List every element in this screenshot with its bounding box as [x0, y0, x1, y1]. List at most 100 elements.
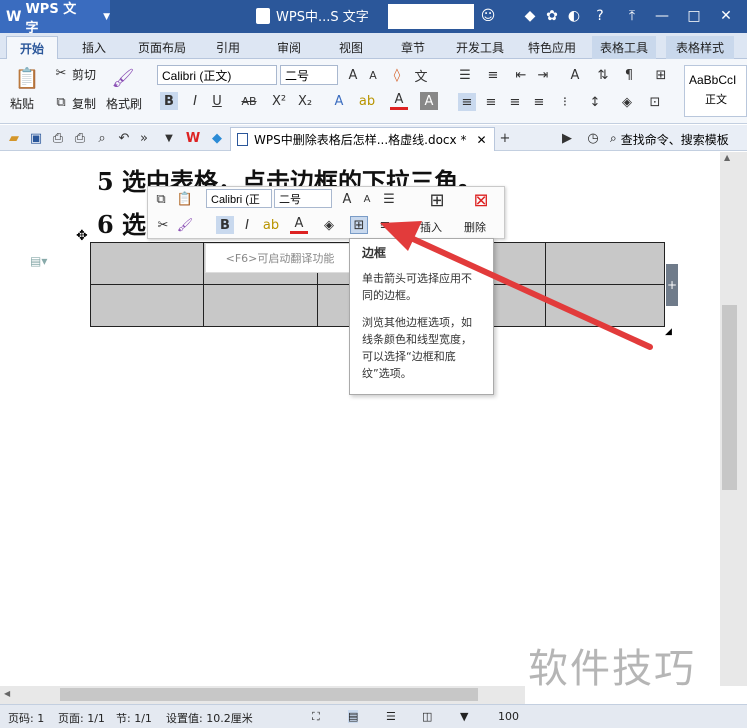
- help-icon[interactable]: ?: [590, 6, 610, 26]
- web-view-icon[interactable]: ◫: [422, 710, 432, 723]
- line-spacing-icon[interactable]: ↕: [586, 93, 604, 111]
- vertical-scroll-thumb[interactable]: [722, 305, 737, 490]
- app-menu-button[interactable]: W WPS 文字 ▼: [0, 0, 110, 36]
- table-grid-icon[interactable]: ⊞: [652, 66, 670, 84]
- shading-icon[interactable]: ◈: [320, 216, 338, 234]
- table-cell[interactable]: [90, 242, 204, 285]
- add-column-icon[interactable]: +: [666, 264, 678, 306]
- align-center-icon[interactable]: ≡: [482, 93, 500, 111]
- grow-font-icon[interactable]: A: [344, 66, 362, 84]
- tab-review[interactable]: 审阅: [266, 36, 312, 59]
- tab-home[interactable]: 开始: [6, 36, 58, 59]
- style-gallery[interactable]: AaBbCcI 正文: [684, 65, 747, 117]
- scroll-up-icon[interactable]: ▲: [724, 153, 730, 162]
- tab-page-layout[interactable]: 页面布局: [130, 36, 194, 59]
- bullets-icon[interactable]: ☰: [456, 66, 474, 84]
- highlight-icon[interactable]: ab: [358, 92, 376, 110]
- copy-icon[interactable]: ⧉: [152, 190, 170, 208]
- brush-icon[interactable]: 🖌: [112, 65, 135, 91]
- paste-button[interactable]: 粘贴: [10, 95, 34, 112]
- align-left-icon[interactable]: ≡: [458, 93, 476, 111]
- shrink-font-icon[interactable]: A: [364, 66, 382, 84]
- numbering-icon[interactable]: ≡: [484, 66, 502, 84]
- undo-icon[interactable]: ↶: [115, 129, 133, 147]
- paste-icon[interactable]: 📋: [15, 65, 40, 91]
- shrink-font-icon[interactable]: A: [358, 190, 376, 208]
- format-painter-button[interactable]: 格式刷: [106, 95, 142, 112]
- table-move-handle-icon[interactable]: ✥: [76, 228, 88, 244]
- bold-icon[interactable]: B: [216, 216, 234, 234]
- borders-icon[interactable]: ⊞: [350, 216, 368, 234]
- skin-icon[interactable]: ☺: [478, 6, 498, 26]
- align-right-icon[interactable]: ≡: [506, 93, 524, 111]
- pinyin-icon[interactable]: 文: [412, 66, 430, 85]
- print-preview-icon[interactable]: ⌕: [93, 129, 111, 147]
- grow-font-icon[interactable]: A: [338, 190, 356, 208]
- shading-icon[interactable]: ◈: [618, 93, 636, 111]
- char-shading-icon[interactable]: A: [420, 92, 438, 110]
- italic-icon[interactable]: I: [186, 92, 204, 110]
- mini-font-size[interactable]: 二号: [274, 189, 332, 208]
- line-spacing-icon[interactable]: ☰: [380, 190, 398, 208]
- scroll-left-icon[interactable]: ◀: [4, 689, 10, 698]
- paste-icon[interactable]: 📋: [176, 190, 194, 208]
- tab-special[interactable]: 特色应用: [520, 36, 584, 59]
- chevron-down-icon[interactable]: ▼: [160, 129, 178, 147]
- zoom-level[interactable]: 100: [498, 710, 519, 723]
- page-view-icon[interactable]: ▤: [348, 710, 359, 723]
- share-icon[interactable]: ◐: [564, 6, 584, 26]
- mini-font-name[interactable]: Calibri (正: [206, 189, 272, 208]
- full-screen-icon[interactable]: ⛶: [312, 710, 320, 724]
- box-icon[interactable]: ◆: [208, 129, 226, 147]
- font-color-icon[interactable]: A: [390, 92, 408, 110]
- restore-ribbon-icon[interactable]: ⤒: [622, 6, 642, 26]
- font-name-select[interactable]: Calibri (正文): [157, 65, 277, 85]
- font-color-icon[interactable]: A: [290, 216, 308, 234]
- table-cell[interactable]: [203, 284, 318, 327]
- show-marks-icon[interactable]: ¶: [620, 66, 638, 84]
- tab-table-style[interactable]: 表格样式: [666, 36, 734, 59]
- more-icon[interactable]: »: [135, 129, 153, 147]
- delete-table-icon[interactable]: ⊠: [470, 189, 492, 211]
- document-tab[interactable]: WPS中删除表格后怎样...格虚线.docx * ✕: [230, 127, 495, 151]
- superscript-icon[interactable]: X²: [270, 92, 288, 110]
- borders-icon[interactable]: ⊡: [646, 93, 664, 111]
- distribute-icon[interactable]: ⁝: [556, 93, 574, 111]
- underline-icon[interactable]: U: [208, 92, 226, 110]
- tab-chapter[interactable]: 章节: [390, 36, 436, 59]
- minimize-icon[interactable]: —: [652, 6, 672, 26]
- scissors-icon[interactable]: ✂: [52, 64, 70, 82]
- cut-button[interactable]: 剪切: [72, 66, 96, 83]
- tab-view[interactable]: 视图: [328, 36, 374, 59]
- outdent-icon[interactable]: ⇤: [512, 66, 530, 84]
- copy-icon[interactable]: ⧉: [52, 93, 70, 111]
- brush-icon[interactable]: 🖌: [176, 216, 194, 234]
- close-icon[interactable]: ✕: [716, 6, 736, 26]
- open-folder-icon[interactable]: ▰: [5, 129, 23, 147]
- sort-icon[interactable]: ⇅: [594, 66, 612, 84]
- maximize-icon[interactable]: □: [684, 6, 704, 26]
- save-icon[interactable]: ▣: [27, 129, 45, 147]
- cloud-icon[interactable]: ◆: [520, 6, 540, 26]
- strikethrough-icon[interactable]: AB: [236, 92, 262, 110]
- reading-mode-icon[interactable]: ▼: [460, 710, 468, 723]
- export-pdf-icon[interactable]: ⎙: [49, 129, 67, 147]
- italic-icon[interactable]: I: [238, 216, 256, 234]
- table-cell[interactable]: [90, 284, 204, 327]
- new-tab-icon[interactable]: +: [496, 129, 514, 147]
- close-tab-icon[interactable]: ✕: [476, 133, 486, 147]
- copy-button[interactable]: 复制: [72, 95, 96, 112]
- table-resize-handle-icon[interactable]: ◢: [665, 327, 672, 337]
- subscript-icon[interactable]: X₂: [296, 92, 314, 110]
- paragraph-marker-icon[interactable]: ▤▾: [30, 254, 47, 268]
- print-icon[interactable]: ⎙: [71, 129, 89, 147]
- font-size-select[interactable]: 二号: [280, 65, 338, 85]
- text-effect-icon[interactable]: A: [330, 92, 348, 110]
- history-icon[interactable]: ◷: [584, 129, 602, 147]
- settings-icon[interactable]: ✿: [542, 6, 562, 26]
- tab-references[interactable]: 引用: [206, 36, 250, 59]
- justify-icon[interactable]: ≡: [530, 93, 548, 111]
- wps-home-icon[interactable]: W: [184, 129, 202, 147]
- change-case-icon[interactable]: A: [566, 66, 584, 84]
- outline-view-icon[interactable]: ☰: [386, 710, 396, 723]
